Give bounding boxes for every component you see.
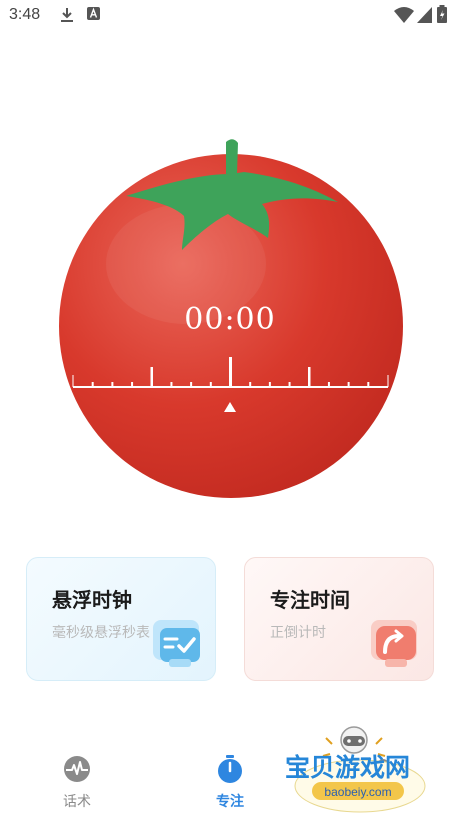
signal-icon [417,7,432,23]
watermark-logo: 宝贝游戏网 baobeiy.com [285,726,426,813]
card-subtitle: 毫秒级悬浮秒表 [52,625,150,641]
wifi-icon [394,7,414,23]
stopwatch-icon [218,755,242,783]
notification-a-icon [87,7,100,20]
status-time: 3:48 [9,6,41,23]
watermark-brand: 宝贝游戏网 [285,753,410,782]
countdown-icon [371,620,417,667]
floating-clock-icon [153,620,200,667]
nav-label: 专注 [216,794,244,810]
pulse-icon [64,756,90,782]
battery-icon [437,5,447,23]
focus-time-card[interactable]: 专注时间 正倒计时 [244,557,434,681]
timer-display: 00:00 [184,302,276,337]
watermark-overlay: 宝贝游戏网 baobeiy.com [280,724,440,817]
nav-item-focus[interactable]: 专注 [190,755,270,811]
card-subtitle: 正倒计时 [270,625,326,641]
scale-pointer-icon [224,402,236,412]
card-title: 悬浮时钟 [52,588,132,612]
status-bar: 3:48 [0,0,460,32]
timer-scale[interactable] [0,350,460,420]
card-title: 专注时间 [270,588,350,612]
nav-label: 话术 [63,794,91,810]
watermark-domain: baobeiy.com [324,785,391,799]
nav-item-scripts[interactable]: 话术 [37,755,117,811]
floating-clock-card[interactable]: 悬浮时钟 毫秒级悬浮秒表 [26,557,216,681]
download-icon [61,8,73,22]
